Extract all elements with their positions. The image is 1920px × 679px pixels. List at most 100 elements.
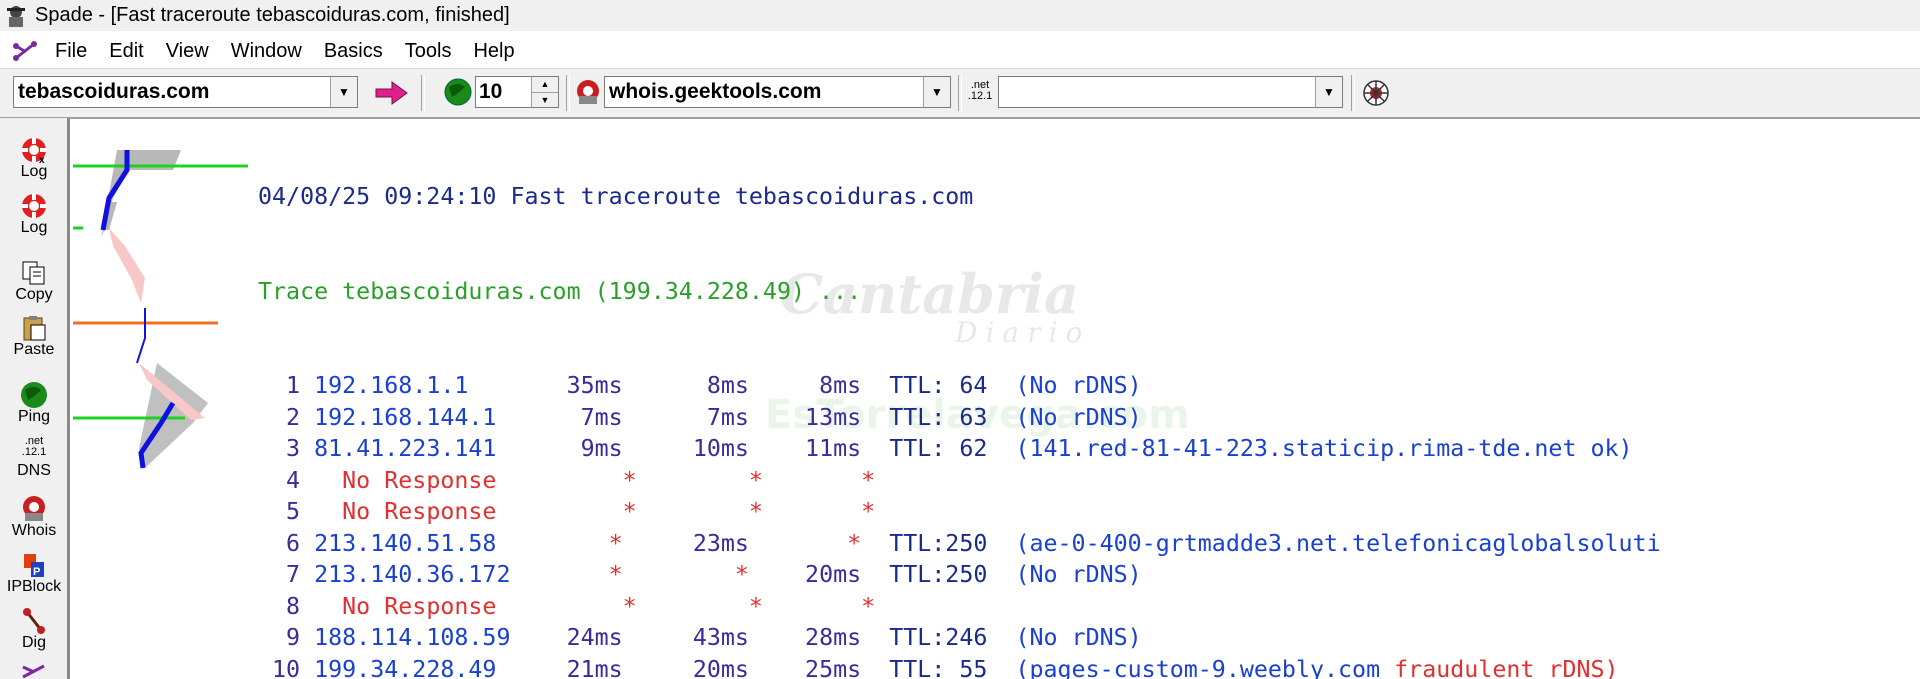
dig-label: Dig (21, 634, 46, 651)
hop-rdns: (141.red-81-41-223.staticip.rima-tde.net… (1015, 435, 1633, 462)
hop-time: 13ms (748, 403, 890, 431)
log-button[interactable]: Log (0, 191, 68, 237)
dns-net-icon[interactable]: .net .12.1 (965, 80, 995, 102)
spade-network-icon[interactable] (20, 663, 48, 679)
spin-up-icon[interactable]: ▲ (532, 77, 558, 93)
hop-time: 7ms (622, 403, 749, 431)
hop-time: * (791, 592, 876, 620)
menu-help[interactable]: Help (464, 40, 527, 63)
stop-spider-icon[interactable] (1361, 78, 1391, 108)
hop-list: 1 192.168.1.1 35ms 8ms 8ms TTL: 64 (No r… (258, 370, 1920, 679)
toolbar: tebascoiduras.com ▼ 10 ▲ ▼ whois.geektool… (0, 68, 1920, 119)
hop-time: 8ms (622, 372, 749, 399)
menu-basics[interactable]: Basics (315, 40, 396, 63)
hop-time: 7ms (552, 403, 623, 431)
hop-time: * (678, 592, 792, 620)
whois-icon[interactable] (573, 78, 603, 106)
paste-button[interactable]: Paste (0, 313, 68, 359)
hop-time: * (791, 466, 876, 494)
hop-row: 3 81.41.223.141 9ms 10ms 11ms TTL: 62 (1… (258, 433, 1920, 465)
hop-time: * (678, 498, 792, 525)
hop-time: 24ms (552, 624, 623, 651)
hop-ip: 192.168.1.1 (314, 372, 553, 399)
copy-button[interactable]: Copy (0, 258, 68, 304)
menu-window[interactable]: Window (222, 40, 315, 63)
hop-time: * (622, 561, 749, 588)
hop-time: * (791, 498, 876, 525)
menu-edit[interactable]: Edit (100, 40, 156, 63)
menu-tools[interactable]: Tools (396, 40, 465, 63)
dns-icon: .net .12.1 (21, 435, 47, 458)
hop-time: 20ms (622, 655, 749, 679)
whois-icon (23, 496, 45, 521)
title-bar: Spade - [Fast traceroute tebascoiduras.c… (0, 0, 1920, 31)
chevron-down-icon[interactable]: ▼ (330, 77, 357, 107)
hop-number: 10 (258, 655, 315, 679)
hop-row: 1 192.168.1.1 35ms 8ms 8ms TTL: 64 (No r… (258, 370, 1920, 402)
hop-ip: 213.140.51.58 (314, 529, 553, 557)
latency-band-pink (109, 228, 145, 303)
hop-row: 6 213.140.51.58 * 23ms * TTL:250 (ae-0-4… (258, 528, 1920, 560)
toolbar-separator (566, 75, 570, 111)
hop-time: * (748, 529, 890, 557)
hop-time: 9ms (552, 435, 623, 462)
ping-globe-icon[interactable] (443, 77, 473, 107)
hop-ttl: TTL: 64 (889, 372, 1016, 399)
host-input[interactable]: tebascoiduras.com (14, 80, 330, 104)
chevron-down-icon[interactable]: ▼ (923, 77, 950, 107)
whois-server-input[interactable]: whois.geektools.com (605, 80, 923, 104)
log-label: Log (20, 219, 48, 236)
hop-ttl: TTL: 55 (889, 655, 1016, 679)
paste-label: Paste (13, 341, 55, 358)
chevron-down-icon[interactable]: ▼ (1315, 77, 1342, 107)
hop-time: 43ms (622, 624, 749, 651)
menu-view[interactable]: View (157, 40, 222, 63)
copy-label: Copy (15, 286, 53, 303)
count-spinner[interactable]: 10 ▲ ▼ (475, 76, 559, 108)
hop-time: 28ms (748, 624, 890, 651)
spade-network-icon (13, 41, 37, 61)
go-arrow-icon[interactable] (374, 80, 410, 106)
hop-rdns-warning: fraudulent rDNS) (1394, 655, 1619, 679)
count-input[interactable]: 10 (476, 80, 531, 104)
hop-ip: 188.114.108.59 (314, 624, 553, 651)
hop-time: 21ms (552, 655, 623, 679)
menu-file[interactable]: File (46, 40, 100, 63)
svg-text:P: P (33, 566, 40, 578)
log-header: 04/08/25 09:24:10 Fast traceroute tebasc… (258, 183, 974, 210)
ping-button[interactable]: Ping (0, 380, 68, 426)
traceroute-log: 04/08/25 09:24:10 Fast traceroute tebasc… (258, 118, 1920, 679)
dns-combobox[interactable]: ▼ (998, 76, 1343, 108)
hop-ttl: TTL:246 (889, 624, 1016, 651)
hop-ip: 199.34.228.49 (314, 655, 553, 679)
whois-button[interactable]: Whois (0, 494, 68, 540)
ipblock-button[interactable]: P IPBlock (0, 550, 68, 596)
traceroute-graph (73, 150, 248, 469)
hop-time: * (566, 498, 679, 525)
hop-time: * (552, 561, 623, 588)
whois-server-combobox[interactable]: whois.geektools.com ▼ (604, 76, 951, 108)
hop-number: 5 (258, 498, 315, 525)
spade-app-icon (7, 5, 25, 27)
hop-time: 35ms (552, 372, 623, 399)
hop-ip: 213.140.36.172 (314, 561, 553, 588)
copy-icon (22, 261, 45, 285)
lifebuoy-x-icon: x (22, 138, 46, 165)
ping-globe-icon (21, 382, 47, 408)
spin-down-icon[interactable]: ▼ (532, 92, 558, 107)
dig-button[interactable]: Dig (0, 606, 68, 652)
hop-ip: 192.168.144.1 (314, 403, 553, 431)
spinner-buttons[interactable]: ▲ ▼ (531, 77, 558, 107)
hop-rdns: (No rDNS) (1015, 403, 1142, 431)
lifebuoy-icon (22, 194, 46, 218)
hop-ttl: TTL:250 (889, 561, 1016, 588)
ping-label: Ping (17, 408, 51, 425)
hop-number: 7 (258, 561, 315, 588)
host-combobox[interactable]: tebascoiduras.com ▼ (13, 76, 358, 108)
dns-button[interactable]: .net .12.1 DNS (0, 436, 68, 480)
hop-number: 4 (258, 466, 315, 494)
hop-time: * (566, 592, 679, 620)
log-button[interactable]: x Log (0, 135, 68, 181)
hop-row: 5 No Response * * * (258, 496, 1920, 528)
dns-label: DNS (17, 462, 51, 479)
